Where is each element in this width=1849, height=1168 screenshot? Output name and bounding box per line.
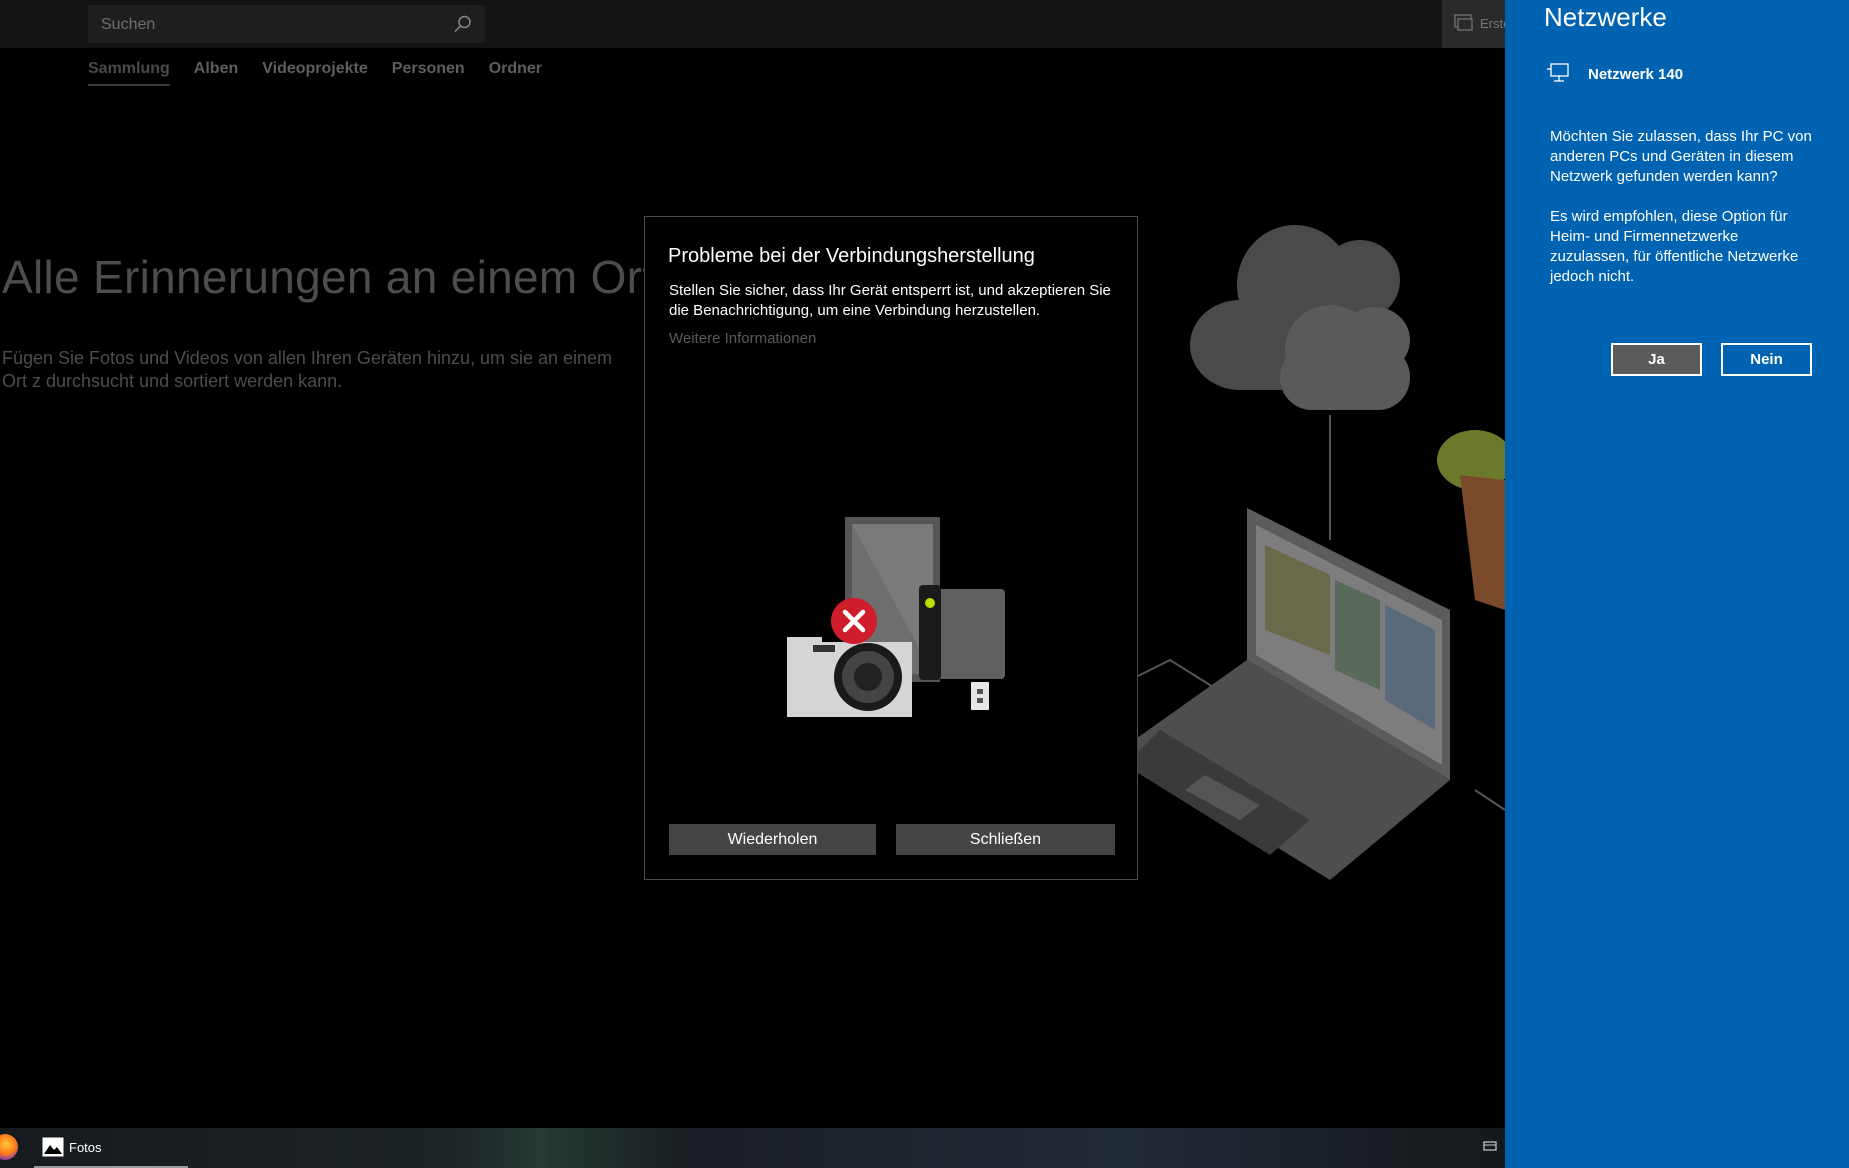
devices-illustration: [787, 517, 1005, 717]
tab-albums[interactable]: Alben: [194, 60, 238, 86]
dialog-title: Probleme bei der Verbindungsherstellung: [668, 245, 1035, 267]
tray-icon[interactable]: [1483, 1140, 1497, 1152]
discoverable-question: Möchten Sie zulassen, dass Ihr PC von an…: [1550, 128, 1812, 185]
flyout-title: Netzwerke: [1544, 2, 1667, 32]
create-label: Erste: [1480, 16, 1505, 31]
taskbar-photos-button[interactable]: Fotos: [34, 1128, 188, 1168]
tab-people[interactable]: Personen: [392, 60, 465, 86]
hero-description: Fügen Sie Fotos und Videos von allen Ihr…: [2, 348, 613, 391]
top-bar: Erste: [0, 0, 1505, 48]
taskbar: Fotos: [0, 1128, 1505, 1168]
network-flyout: Netzwerke Netzwerk 140 Möchten Sie zulas…: [1505, 0, 1849, 1168]
error-icon: [831, 598, 877, 644]
network-name: Netzwerk 140: [1588, 66, 1684, 83]
search-input[interactable]: [88, 5, 443, 45]
tab-video-projects[interactable]: Videoprojekte: [262, 60, 368, 86]
photos-icon: [42, 1137, 64, 1157]
more-info-link[interactable]: Weitere Informationen: [669, 330, 816, 347]
search-box[interactable]: [88, 5, 485, 45]
close-button[interactable]: Schließen: [896, 824, 1115, 855]
taskbar-photos-label: Fotos: [69, 1140, 102, 1155]
retry-button[interactable]: Wiederholen: [669, 824, 876, 855]
connection-problem-dialog: Probleme bei der Verbindungsherstellung …: [644, 216, 1138, 880]
search-icon[interactable]: [453, 14, 473, 34]
dialog-body: Stellen Sie sicher, dass Ihr Gerät entsp…: [669, 282, 1111, 319]
hero-title: Alle Erinnerungen an einem Ort s: [2, 251, 692, 303]
yes-button[interactable]: Ja: [1611, 343, 1702, 376]
network-monitor-icon: [1547, 63, 1569, 82]
tab-collection[interactable]: Sammlung: [88, 60, 170, 86]
tab-folders[interactable]: Ordner: [489, 60, 542, 86]
create-icon: [1454, 14, 1473, 31]
create-button[interactable]: Erste: [1442, 0, 1505, 48]
firefox-icon[interactable]: [0, 1134, 18, 1160]
recommendation-text: Es wird empfohlen, diese Option für Heim…: [1550, 208, 1799, 285]
tab-bar: Sammlung Alben Videoprojekte Personen Or…: [88, 60, 566, 86]
no-button[interactable]: Nein: [1721, 343, 1812, 376]
cloud-laptop-illustration: [1130, 225, 1505, 880]
